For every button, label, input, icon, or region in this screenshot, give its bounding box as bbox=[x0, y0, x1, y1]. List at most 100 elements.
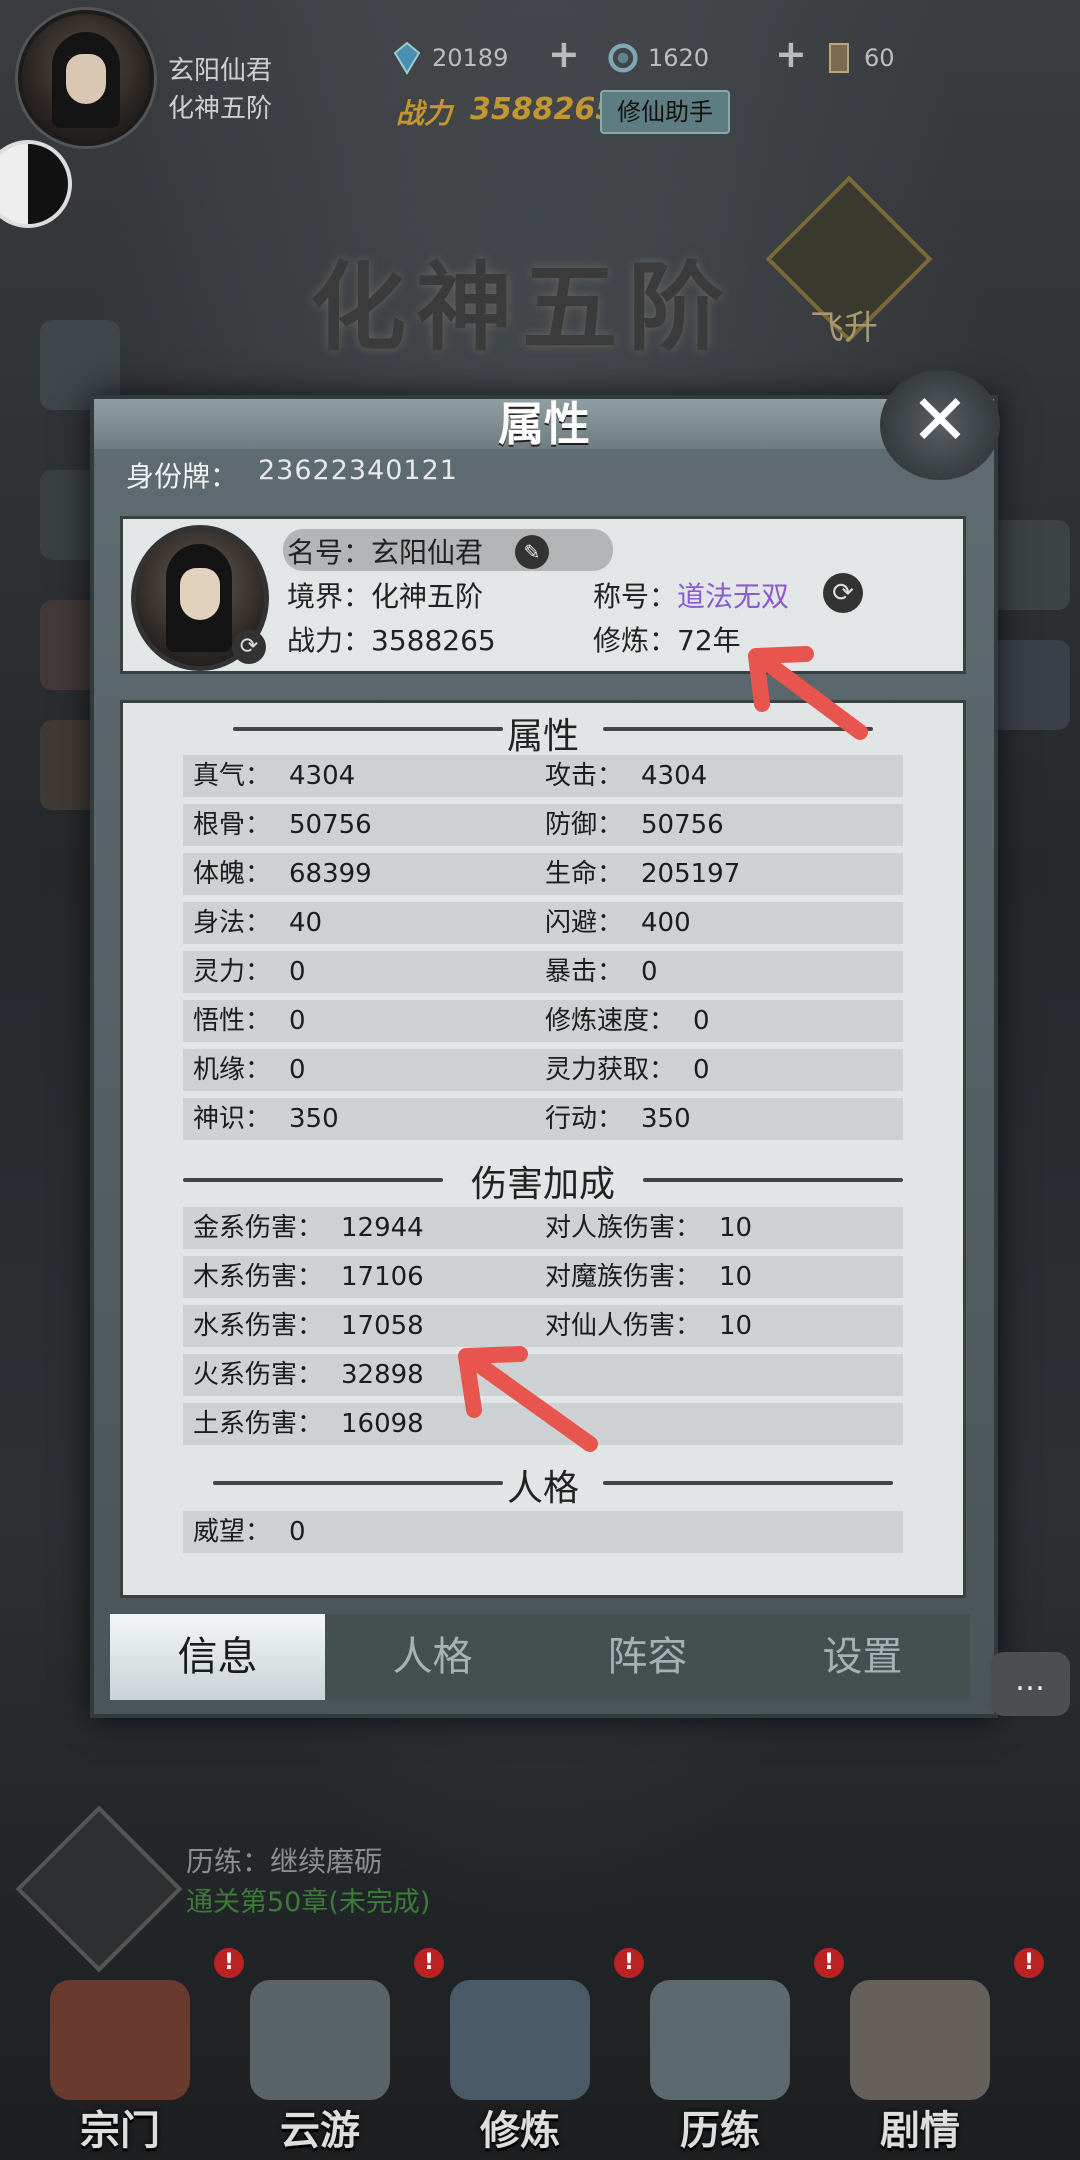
title-row: 称号：道法无双 bbox=[593, 575, 789, 615]
attribute-row: 悟性： 0 修炼速度： 0 bbox=[183, 1000, 903, 1042]
stat-label: 金系伤害： bbox=[193, 1213, 324, 1243]
crystal-icon bbox=[393, 41, 421, 75]
tab-personality[interactable]: 人格 bbox=[325, 1614, 540, 1700]
close-button[interactable]: ✕ bbox=[880, 370, 1000, 480]
stat-label: 火系伤害： bbox=[193, 1360, 324, 1390]
title-label: 称号： bbox=[593, 580, 678, 613]
crystal-count: 20189 bbox=[432, 44, 509, 72]
stat-value: 0 bbox=[289, 957, 306, 987]
cultivate-row: 修炼：72年 bbox=[593, 619, 741, 659]
stat-value: 10 bbox=[719, 1262, 753, 1292]
rename-brush-icon[interactable]: ✎ bbox=[515, 535, 549, 569]
stat-cell: 神识： 350 bbox=[193, 1098, 339, 1140]
nav-label: 宗门 bbox=[80, 2107, 160, 2154]
stat-cell: 机缘： 0 bbox=[193, 1049, 306, 1091]
stat-cell: 暴击： 0 bbox=[545, 951, 658, 993]
tab-settings[interactable]: 设置 bbox=[755, 1614, 970, 1700]
add-crystal-button[interactable]: + bbox=[548, 35, 580, 73]
scroll-count: 60 bbox=[864, 44, 895, 72]
stat-value: 0 bbox=[289, 1055, 306, 1085]
divider bbox=[643, 1178, 903, 1182]
alert-badge: ! bbox=[814, 1948, 844, 1978]
bottom-nav-item[interactable]: 历练 bbox=[630, 1980, 810, 2154]
tab-info[interactable]: 信息 bbox=[110, 1614, 325, 1700]
add-spirit-stone-button[interactable]: + bbox=[775, 35, 807, 73]
spirit-stone-count: 1620 bbox=[648, 44, 710, 72]
stat-label: 闪避： bbox=[545, 908, 624, 938]
side-menu-icon[interactable] bbox=[990, 640, 1070, 730]
stat-label: 对魔族伤害： bbox=[545, 1262, 702, 1292]
swap-avatar-icon[interactable]: ⟳ bbox=[232, 630, 266, 664]
annotation-arrow bbox=[458, 1346, 598, 1452]
character-avatar[interactable]: ⟳ bbox=[131, 525, 269, 671]
trial-status[interactable]: 历练：继续磨砺 bbox=[186, 1840, 382, 1880]
bottom-nav-item[interactable]: 宗门 bbox=[30, 1980, 210, 2154]
stat-cell: 土系伤害： 16098 bbox=[193, 1403, 424, 1445]
stat-label: 暴击： bbox=[545, 957, 624, 987]
stat-label: 灵力获取： bbox=[545, 1055, 676, 1085]
nav-label: 历练 bbox=[680, 2107, 760, 2154]
ascend-label: 飞升 bbox=[810, 308, 878, 348]
stat-value: 32898 bbox=[341, 1360, 424, 1390]
nav-label: 云游 bbox=[280, 2107, 360, 2154]
stat-label: 木系伤害： bbox=[193, 1262, 324, 1292]
stat-value: 68399 bbox=[289, 859, 372, 889]
alert-badge: ! bbox=[214, 1948, 244, 1978]
cultivate-value: 72年 bbox=[677, 624, 741, 657]
stat-label: 根骨： bbox=[193, 810, 272, 840]
damage-row: 金系伤害： 12944 对人族伤害： 10 bbox=[183, 1207, 903, 1249]
stat-cell: 对人族伤害： 10 bbox=[545, 1207, 752, 1249]
tab-lineup[interactable]: 阵容 bbox=[540, 1614, 755, 1700]
alert-badge: ! bbox=[614, 1948, 644, 1978]
stat-cell: 灵力获取： 0 bbox=[545, 1049, 710, 1091]
modal-tab-bar: 信息 人格 阵容 设置 bbox=[110, 1614, 970, 1700]
stat-cell: 闪避： 400 bbox=[545, 902, 691, 944]
attribute-row: 体魄： 68399 生命： 205197 bbox=[183, 853, 903, 895]
divider bbox=[603, 1481, 893, 1485]
stat-label: 对仙人伤害： bbox=[545, 1311, 702, 1341]
bottom-nav-item[interactable]: 修炼 bbox=[430, 1980, 610, 2154]
stat-label: 悟性： bbox=[193, 1006, 272, 1036]
stat-value: 12944 bbox=[341, 1213, 424, 1243]
stat-value: 10 bbox=[719, 1311, 753, 1341]
stat-label: 防御： bbox=[545, 810, 624, 840]
attribute-row: 真气： 4304 攻击： 4304 bbox=[183, 755, 903, 797]
chat-icon[interactable]: … bbox=[990, 1652, 1070, 1716]
stat-value: 10 bbox=[719, 1213, 753, 1243]
stat-cell: 根骨： 50756 bbox=[193, 804, 372, 846]
alert-badge: ! bbox=[414, 1948, 444, 1978]
stat-value: 350 bbox=[641, 1104, 691, 1134]
stat-value: 16098 bbox=[341, 1409, 424, 1439]
realm-row: 境界：化神五阶 bbox=[287, 575, 483, 615]
player-avatar[interactable] bbox=[18, 10, 154, 146]
resource-scroll: 60 bbox=[824, 40, 895, 76]
stat-value: 0 bbox=[289, 1517, 306, 1547]
power-row: 战力：3588265 bbox=[287, 619, 496, 659]
stat-value: 4304 bbox=[289, 761, 356, 791]
title-value[interactable]: 道法无双 bbox=[677, 580, 789, 613]
stat-cell: 体魄： 68399 bbox=[193, 853, 372, 895]
stat-cell: 火系伤害： 32898 bbox=[193, 1354, 424, 1396]
stat-label: 攻击： bbox=[545, 761, 624, 791]
side-menu-icon[interactable] bbox=[990, 520, 1070, 610]
attribute-panel[interactable]: 属性 真气： 4304 攻击： 4304 根骨： 50756 防御： 50756 体魄： 6839… bbox=[120, 700, 966, 1598]
bottom-nav-item[interactable]: 剧情 bbox=[830, 1980, 1010, 2154]
stat-value: 50756 bbox=[641, 810, 724, 840]
combat-power-value: 3588265 bbox=[470, 92, 617, 127]
nav-art-icon bbox=[450, 1980, 590, 2100]
realm-label: 境界： bbox=[287, 580, 372, 613]
realm-banner: 化神五阶 bbox=[310, 251, 734, 364]
assistant-button[interactable]: 修仙助手 bbox=[600, 90, 730, 134]
player-realm: 化神五阶 bbox=[168, 94, 273, 124]
attribute-row: 灵力： 0 暴击： 0 bbox=[183, 951, 903, 993]
section-title-personality: 人格 bbox=[506, 1468, 579, 1509]
cultivate-label: 修炼： bbox=[593, 624, 678, 657]
stat-label: 体魄： bbox=[193, 859, 272, 889]
stat-label: 身法： bbox=[193, 908, 272, 938]
nav-label: 修炼 bbox=[480, 2107, 560, 2154]
swap-title-icon[interactable]: ⟳ bbox=[823, 573, 863, 613]
stat-label: 威望： bbox=[193, 1517, 272, 1547]
stat-value: 350 bbox=[289, 1104, 339, 1134]
bottom-nav-item[interactable]: 云游 bbox=[230, 1980, 410, 2154]
stat-label: 生命： bbox=[545, 859, 624, 889]
